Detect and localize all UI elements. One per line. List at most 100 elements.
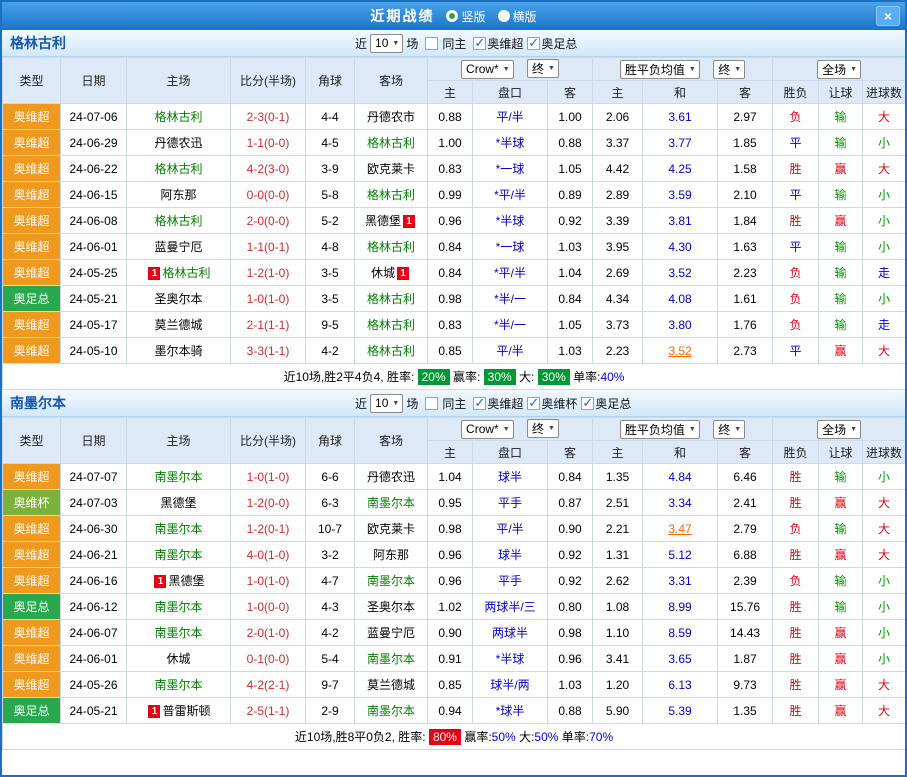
summary-text: 近10场,胜2平4负4, 胜率: 20% 赢率: 30% 大: 30% 单率:4… (284, 369, 625, 385)
section-header: 格林古利 近 10▼ 场 同主 奥维超奥足总 (2, 30, 905, 57)
match-count-select[interactable]: 10▼ (370, 394, 403, 413)
corners-cell: 6-3 (306, 490, 355, 516)
avg-home-odds: 4.34 (593, 286, 643, 312)
score-cell: 1-0(0-0) (231, 594, 306, 620)
handicap-result-cell: 赢 (819, 338, 863, 364)
team-name: 墨尔本骑 (154, 344, 202, 358)
avg-stage-select[interactable]: 终▼ (713, 60, 745, 79)
league-checkbox-奥足总[interactable] (527, 37, 540, 50)
vertical-layout-radio[interactable] (446, 10, 458, 22)
corners-cell: 3-5 (306, 286, 355, 312)
matches-label: 场 (406, 395, 418, 412)
matches-label: 场 (406, 35, 418, 52)
handicap-result-cell: 输 (819, 286, 863, 312)
avg-away-odds: 2.39 (718, 568, 773, 594)
avg-odds-select[interactable]: 胜平负均值▼ (620, 420, 700, 439)
close-button[interactable]: × (876, 6, 900, 26)
type-cell: 奥足总 (3, 286, 61, 312)
odds-stage-select[interactable]: 终▼ (527, 59, 559, 78)
col-corners: 角球 (306, 418, 355, 464)
score-cell: 1-2(0-0) (231, 490, 306, 516)
handicap-cell: 平/半 (473, 104, 548, 130)
col-avg-home: 主 (593, 81, 643, 104)
team-name: 格林古利 (154, 110, 202, 124)
league-checkbox-奥维超[interactable] (473, 397, 486, 410)
avg-home-odds: 4.42 (593, 156, 643, 182)
chevron-down-icon: ▼ (734, 426, 741, 433)
goals-cell: 小 (863, 286, 906, 312)
corners-cell: 4-2 (306, 620, 355, 646)
avg-draw-odds: 4.30 (643, 234, 718, 260)
corners-cell: 4-5 (306, 130, 355, 156)
table-row: 奥维超24-05-251格林古利1-2(1-0)3-5休城10.84*平/半1.… (3, 260, 906, 286)
table-row: 奥维杯24-07-03黑德堡1-2(0-0)6-3南墨尔本0.95平手0.872… (3, 490, 906, 516)
date-cell: 24-06-07 (61, 620, 127, 646)
date-cell: 24-05-21 (61, 698, 127, 724)
handicap-result-cell: 赢 (819, 542, 863, 568)
handicap-cell: *平/半 (473, 260, 548, 286)
home-team-cell: 南墨尔本 (127, 594, 231, 620)
table-row: 奥足总24-06-12南墨尔本1-0(0-0)4-3圣奥尔本1.02两球半/三0… (3, 594, 906, 620)
crown-odds-group: Crow* ▼ 终▼ (428, 418, 593, 441)
team-section-home: 格林古利 近 10▼ 场 同主 奥维超奥足总 类型 日期 主场 (2, 30, 905, 390)
scope-select-value: 全场 (822, 61, 846, 78)
result-cell: 胜 (773, 698, 819, 724)
horizontal-layout-radio[interactable] (498, 10, 510, 22)
recent-results-dialog: 近期战绩 竖版 横版 × 格林古利 近 10▼ 场 同主 奥维超奥足总 (0, 0, 907, 777)
avg-odds-select[interactable]: 胜平负均值▼ (620, 60, 700, 79)
league-checkbox-奥维杯[interactable] (527, 397, 540, 410)
avg-away-odds: 9.73 (718, 672, 773, 698)
col-type: 类型 (3, 418, 61, 464)
home-team-cell: 蓝曼宁厄 (127, 234, 231, 260)
same-home-checkbox[interactable] (425, 397, 438, 410)
results-table: 类型 日期 主场 比分(半场) 角球 客场 Crow*▼ 终▼ 胜平负均值▼ 终… (2, 57, 906, 390)
score-cell: 2-0(1-0) (231, 620, 306, 646)
away-team-cell: 欧克莱卡 (355, 156, 428, 182)
col-home: 主场 (127, 58, 231, 104)
crown-home-odds: 0.96 (428, 542, 473, 568)
handicap-cell: *平/半 (473, 182, 548, 208)
away-team-cell: 丹德农市 (355, 104, 428, 130)
league-checkbox-奥足总[interactable] (581, 397, 594, 410)
summary-prefix: 近10场,胜2平4负4, (284, 370, 387, 384)
away-team-cell: 南墨尔本 (355, 490, 428, 516)
avg-home-odds: 3.39 (593, 208, 643, 234)
avg-draw-odds: 3.80 (643, 312, 718, 338)
avg-stage-select[interactable]: 终▼ (713, 420, 745, 439)
handicap-result-cell: 输 (819, 260, 863, 286)
summary-label: 单率: (562, 730, 589, 744)
scope-select[interactable]: 全场▼ (817, 60, 861, 79)
col-avg-draw: 和 (643, 441, 718, 464)
team-name: 欧克莱卡 (367, 162, 415, 176)
score-cell: 1-1(0-1) (231, 234, 306, 260)
crown-home-odds: 0.98 (428, 286, 473, 312)
bookmaker-select[interactable]: Crow* ▼ (461, 420, 514, 439)
team-name: 格林古利 (367, 344, 415, 358)
summary-value: 40% (600, 370, 624, 384)
bookmaker-select-value: Crow* (466, 422, 499, 436)
goals-cell: 大 (863, 338, 906, 364)
crown-away-odds: 0.84 (548, 286, 593, 312)
league-checkbox-奥维超[interactable] (473, 37, 486, 50)
table-row: 奥维超24-07-07南墨尔本1-0(1-0)6-6丹德农迅1.04球半0.84… (3, 464, 906, 490)
red-card-badge: 1 (154, 575, 166, 588)
score-cell: 4-2(2-1) (231, 672, 306, 698)
result-cell: 负 (773, 104, 819, 130)
col-handicap-result: 让球 (819, 81, 863, 104)
scope-select[interactable]: 全场▼ (817, 420, 861, 439)
avg-draw-odds: 3.65 (643, 646, 718, 672)
bookmaker-select[interactable]: Crow*▼ (461, 60, 514, 79)
league-checkbox-label: 奥足总 (595, 397, 631, 411)
avg-draw-odds: 3.31 (643, 568, 718, 594)
handicap-cell: 平手 (473, 568, 548, 594)
match-count-select[interactable]: 10▼ (370, 34, 403, 53)
odds-stage-select[interactable]: 终▼ (527, 419, 559, 438)
same-home-checkbox[interactable] (425, 37, 438, 50)
crown-home-odds: 0.84 (428, 260, 473, 286)
team-name: 黑德堡 (365, 214, 401, 228)
chevron-down-icon: ▼ (503, 426, 510, 433)
corners-cell: 4-4 (306, 104, 355, 130)
vertical-layout-label: 竖版 (461, 8, 485, 25)
avg-home-odds: 2.21 (593, 516, 643, 542)
home-team-cell: 休城 (127, 646, 231, 672)
